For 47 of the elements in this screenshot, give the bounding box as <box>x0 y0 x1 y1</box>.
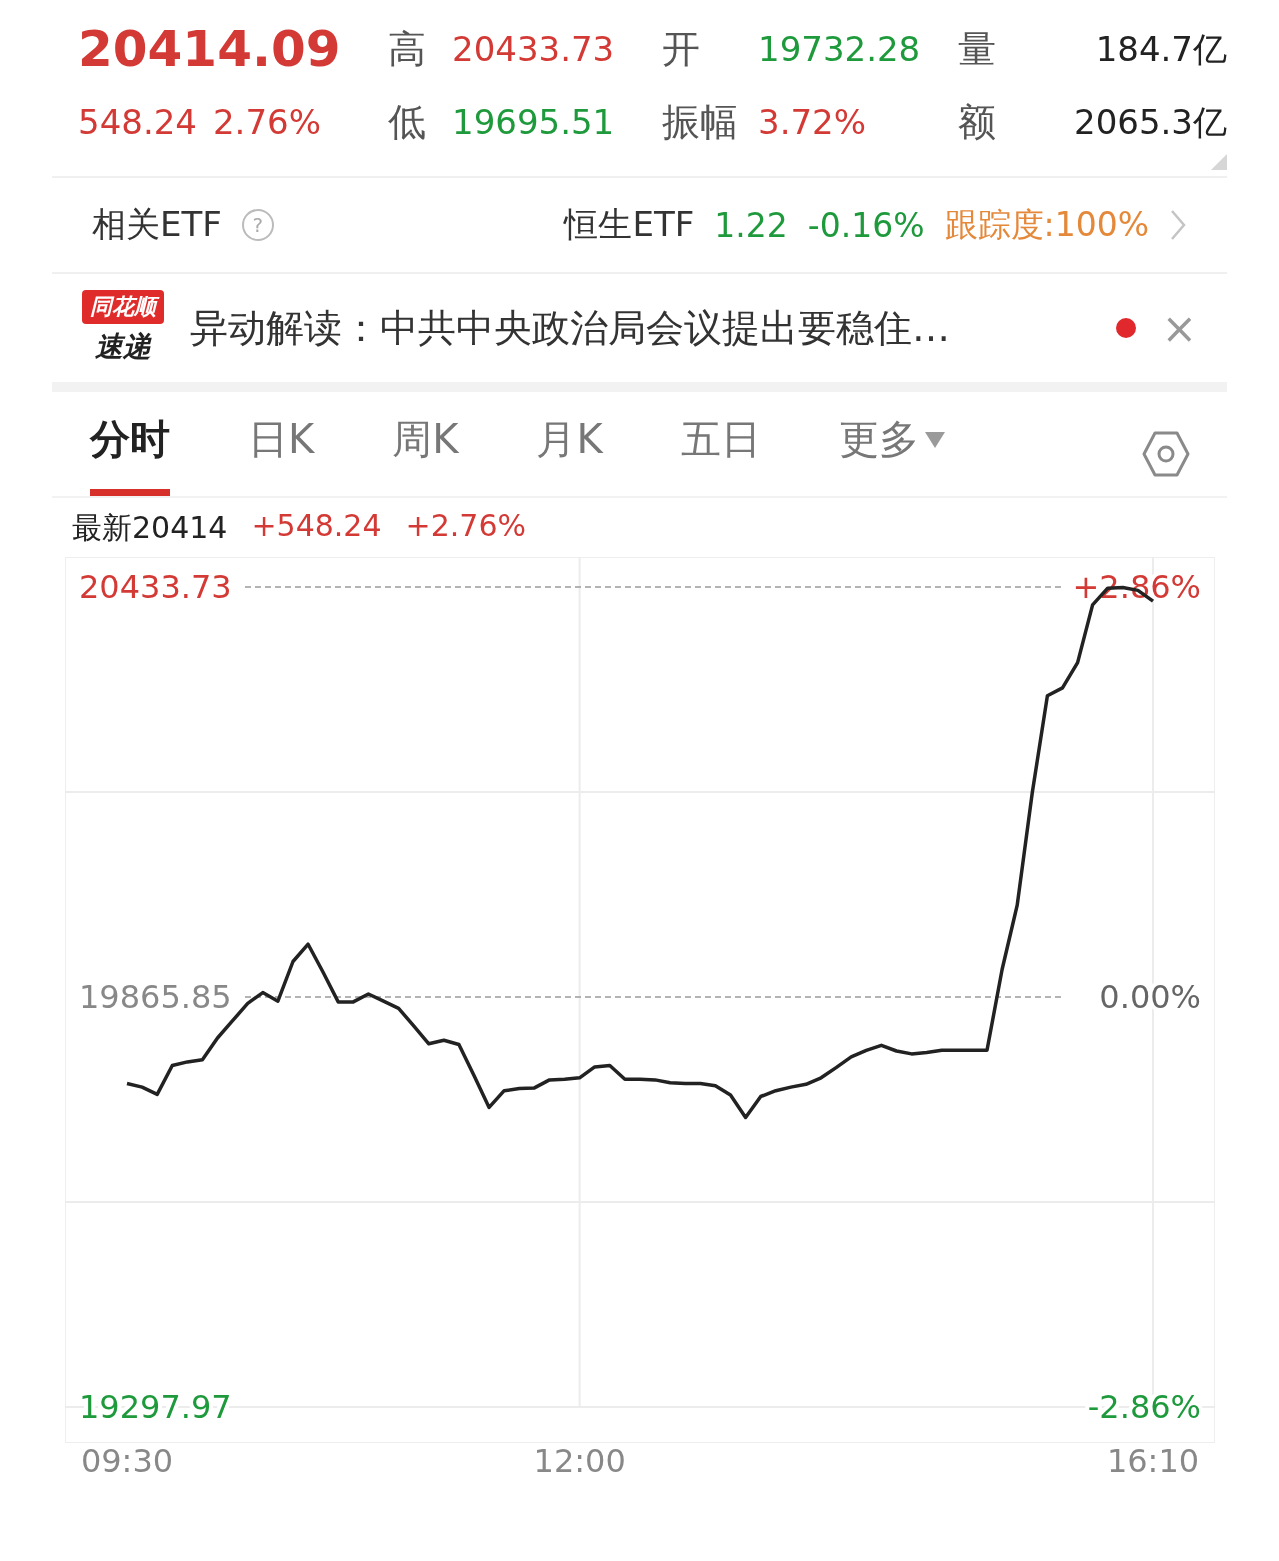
chart-tab[interactable]: 更多 <box>838 412 945 496</box>
stat-value: 19695.51 <box>452 101 615 144</box>
stat-value: 184.7亿 <box>1095 28 1227 71</box>
tracking-degree: 跟踪度:100% <box>944 203 1149 246</box>
chart-tab[interactable]: 分时 <box>90 412 170 496</box>
related-etf-label: 相关ETF <box>92 203 222 246</box>
help-icon[interactable]: ? <box>241 209 274 241</box>
axis-label: 0.00% <box>1099 978 1201 1016</box>
latest-percent: +2.76% <box>405 508 526 545</box>
chart-tab[interactable]: 日K <box>248 412 315 496</box>
stat-value: 20433.73 <box>452 28 615 71</box>
axis-label: 20433.73 <box>79 568 232 606</box>
chevron-right-icon[interactable] <box>1169 208 1187 242</box>
caret-icon <box>924 431 945 448</box>
stat-label: 量 <box>958 25 997 73</box>
news-headline[interactable]: 异动解读：中共中央政治局会议提出要稳住… <box>190 302 1090 354</box>
axis-label: +2.86% <box>1072 568 1201 606</box>
stat-label: 振幅 <box>662 98 739 146</box>
expand-corner-icon[interactable] <box>1211 154 1227 170</box>
latest-change: +548.24 <box>251 508 382 545</box>
etf-name: 恒生ETF <box>564 203 695 246</box>
axis-label: 12:00 <box>533 1442 626 1480</box>
latest-price: 最新20414 <box>72 509 228 547</box>
close-button[interactable]: × <box>1161 303 1197 353</box>
stat-label: 高 <box>388 25 427 73</box>
etf-price: 1.22 <box>714 205 788 245</box>
logo-text: 速递 <box>95 329 151 365</box>
chart-tab[interactable]: 月K <box>536 412 603 496</box>
axis-label: 16:10 <box>1106 1442 1200 1480</box>
stat-label: 开 <box>662 25 701 73</box>
axis-label: 09:30 <box>80 1442 174 1480</box>
logo-tag: 同花顺 <box>82 290 164 324</box>
settings-icon[interactable] <box>1141 429 1191 479</box>
axis-label: 19297.97 <box>79 1388 232 1426</box>
chart-tab[interactable]: 五日 <box>680 412 761 496</box>
stat-label: 低 <box>388 98 427 146</box>
stat-value: 3.72% <box>758 101 866 144</box>
current-price: 20414.09 <box>78 19 341 80</box>
stat-label: 额 <box>958 98 997 146</box>
chart-tab[interactable]: 周K <box>392 412 459 496</box>
price-change: 548.24 <box>78 101 197 144</box>
axis-label: 19865.85 <box>79 978 232 1016</box>
etf-change: -0.16% <box>807 205 925 245</box>
stat-value: 19732.28 <box>758 28 921 71</box>
change-percent: 2.76% <box>212 101 321 144</box>
axis-label: -2.86% <box>1087 1388 1201 1426</box>
stat-value: 2065.3亿 <box>1074 101 1227 144</box>
